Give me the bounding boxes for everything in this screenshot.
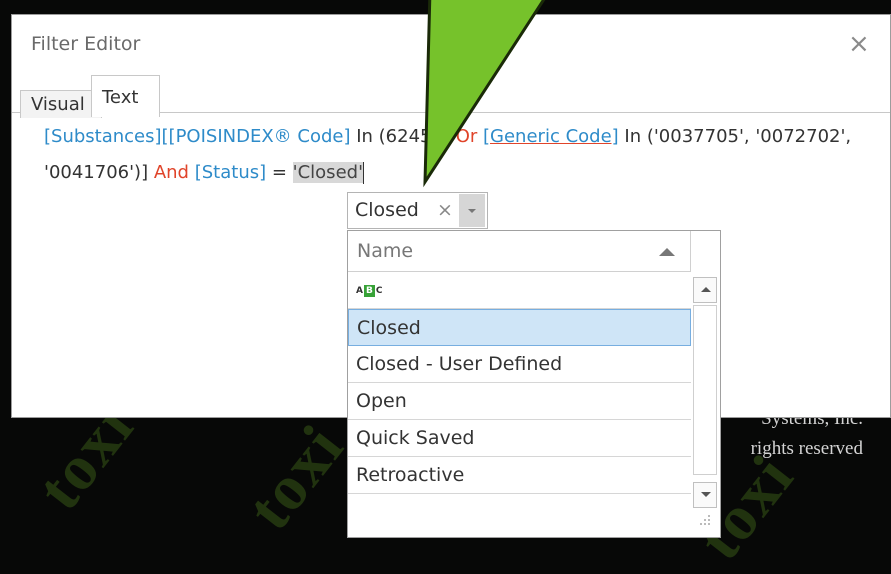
value-list: ABC Closed Closed - User Defined Open Qu… [348,272,691,494]
abc-filter-icon: ABC [356,284,383,297]
scroll-thumb[interactable] [693,305,717,475]
list-item-closed-user-defined[interactable]: Closed - User Defined [348,346,691,383]
pointer-arrow-icon [423,0,546,188]
list-item-closed[interactable]: Closed [348,309,691,346]
list-item-retroactive[interactable]: Retroactive [348,457,691,494]
header-divider [690,231,691,271]
field-token: [Status] [194,162,267,183]
text-caret [363,162,365,184]
selected-value-token[interactable]: 'Closed' [292,162,364,183]
value-token: '0041706')] [44,162,154,183]
resize-grip-icon[interactable] [698,513,712,527]
tab-visual[interactable]: Visual [20,90,102,118]
field-token: [Substances][[POISINDEX® Code] [44,126,351,147]
scroll-up-button[interactable] [693,277,717,303]
clear-icon[interactable]: × [437,199,453,221]
sort-ascending-icon[interactable] [659,248,675,256]
list-item-quick-saved[interactable]: Quick Saved [348,420,691,457]
vertical-scrollbar[interactable] [691,272,720,537]
value-combo-text[interactable]: Closed [355,199,419,221]
background-watermark: toxi [232,411,358,543]
column-header-name[interactable]: Name [348,231,691,272]
and-operator: And [153,162,189,183]
scroll-down-button[interactable] [693,482,717,508]
abc-letter: B [363,284,375,297]
arrow-shape [423,0,546,188]
tab-text[interactable]: Text [91,75,160,117]
auto-filter-row[interactable]: ABC [348,272,691,309]
operator-token: = [266,162,293,183]
column-header-label: Name [357,240,414,262]
value-combo-editor[interactable]: Closed × [347,192,488,229]
list-item-open[interactable]: Open [348,383,691,420]
close-icon[interactable]: × [848,29,870,59]
abc-letter: A [356,285,363,296]
dialog-title: Filter Editor [31,33,141,55]
operator-token: In ('0037705', '0072702', [618,126,852,147]
value-dropdown-popup: Name ABC Closed Closed - User Defined Op… [347,230,721,538]
dropdown-arrow-icon[interactable] [459,194,485,227]
abc-letter: C [375,285,383,296]
